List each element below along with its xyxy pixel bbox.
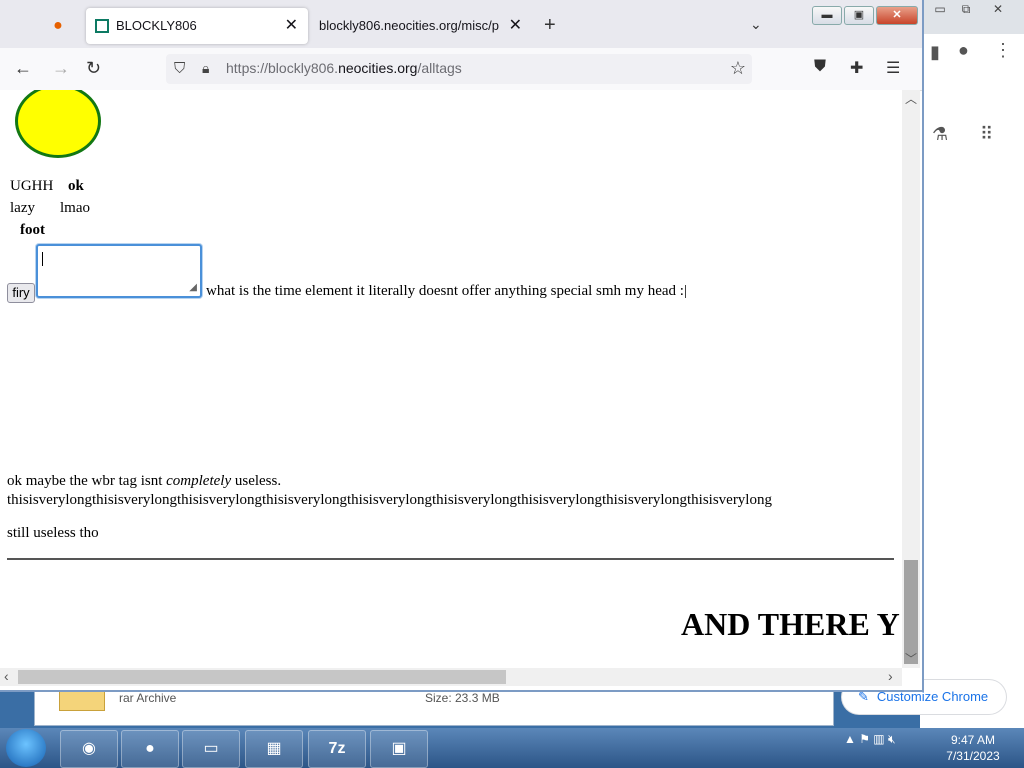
bookmark-star-icon[interactable]: ☆ (730, 58, 746, 79)
clock-time: 9:47 AM (950, 733, 996, 747)
tab-label: blockly806.neocities.org/misc/pass (319, 18, 499, 33)
profile-icon[interactable]: ● (958, 40, 969, 61)
reload-icon[interactable]: ↻ (86, 58, 101, 79)
tab-misc-pass[interactable]: blockly806.neocities.org/misc/pass ✕ (318, 8, 528, 44)
still-useless-text: still useless tho (7, 525, 99, 541)
side-panel-icon[interactable]: ▮ (930, 42, 940, 63)
7zip-taskbar-icon[interactable]: 7z (308, 730, 366, 768)
tab-label: BLOCKLY806 (116, 18, 197, 33)
time-element-text: what is the time element it literally do… (206, 283, 687, 299)
horizontal-rule (7, 558, 894, 560)
firefox-window: ● BLOCKLY806 ✕ blockly806.neocities.org/… (0, 0, 924, 692)
page-content: UGHH ok lazy lmao foot firy ◢ what is th… (0, 90, 902, 668)
system-tray[interactable]: ▲ ⚑ ▥ 🔇︎ (844, 732, 896, 747)
yellow-circle (15, 90, 101, 158)
back-arrow-icon[interactable]: ← (14, 58, 32, 79)
forward-arrow-icon[interactable]: → (52, 58, 70, 79)
resize-grip-icon[interactable]: ◢ (189, 282, 197, 293)
table-cell-lazy: lazy (10, 200, 35, 216)
firefox-menu-icon[interactable]: ● (40, 8, 76, 44)
vertical-scroll-thumb[interactable] (904, 560, 918, 664)
app-menu-icon[interactable]: ☰ (886, 58, 900, 78)
apps-grid-icon[interactable]: ⠿ (980, 124, 993, 145)
big-heading: AND THERE Y (681, 606, 900, 642)
file-size-label: Size: 23.3 MB (425, 691, 500, 705)
close-tab-icon[interactable]: ✕ (509, 8, 522, 44)
table-cell-ughh: UGHH (10, 178, 54, 194)
file-type-label: rar Archive (119, 691, 177, 705)
tab-blockly806[interactable]: BLOCKLY806 ✕ (86, 8, 308, 44)
chrome-close-button[interactable]: ✕ (986, 1, 1010, 17)
chrome-menu-icon[interactable]: ⋮ (994, 40, 1012, 61)
text-caret (42, 252, 43, 266)
start-button[interactable] (6, 729, 46, 767)
lock-icon[interactable]: 🔒︎ (202, 60, 209, 77)
scroll-right-icon[interactable]: › (888, 668, 893, 684)
explorer-taskbar-icon[interactable]: ▭ (182, 730, 240, 768)
long-text-line: thisisverylongthisisverylongthisisverylo… (7, 492, 772, 508)
table-cell-ok: ok (68, 178, 84, 194)
firefox-taskbar-icon[interactable]: ● (121, 730, 179, 768)
maximize-button[interactable]: ▣ (844, 6, 874, 25)
navigation-toolbar: ← → ↻ ⛉ 🔒︎ https://blockly806.neocities.… (0, 48, 922, 91)
list-all-tabs-icon[interactable]: ⌄ (750, 16, 762, 33)
chrome-minimize-button[interactable]: ▭ (928, 1, 952, 17)
file-details-strip: rar Archive Size: 23.3 MB (34, 686, 834, 726)
wbr-text: ok maybe the wbr tag isnt completely use… (7, 473, 282, 489)
horizontal-scrollbar[interactable]: ‹ › (0, 668, 902, 686)
chrome-background-window: ▭ ⧉ ✕ ▮ ● ⋮ ⚗ ⠿ (920, 0, 1024, 728)
firy-button[interactable]: firy (7, 283, 35, 303)
horizontal-scroll-thumb[interactable] (18, 670, 506, 684)
table-cell-lmao: lmao (60, 200, 90, 216)
site-favicon-icon (95, 19, 109, 33)
tab-bar: ● BLOCKLY806 ✕ blockly806.neocities.org/… (0, 0, 922, 48)
taskbar: ◉ ● ▭ ▦ 7z ▣ ▲ ⚑ ▥ 🔇︎ 9:47 AM 7/31/2023 (0, 728, 1024, 768)
scroll-down-icon[interactable]: ﹀ (905, 650, 917, 667)
vertical-scrollbar[interactable]: ︿ ﹀ (902, 90, 920, 668)
clock-date: 7/31/2023 (946, 749, 1000, 763)
control-panel-taskbar-icon[interactable]: ▦ (245, 730, 303, 768)
window-controls: ▬ ▣ ✕ (812, 6, 918, 25)
minimize-button[interactable]: ▬ (812, 6, 842, 25)
chrome-restore-button[interactable]: ⧉ (954, 1, 978, 17)
table-footer-foot: foot (20, 222, 45, 238)
terminal-taskbar-icon[interactable]: ▣ (370, 730, 428, 768)
url-text[interactable]: https://blockly806.neocities.org/alltags (226, 60, 462, 76)
scroll-up-icon[interactable]: ︿ (905, 90, 917, 107)
taskbar-clock[interactable]: 9:47 AM 7/31/2023 (940, 732, 1006, 764)
pocket-icon[interactable]: ⛊ (814, 58, 826, 76)
archive-folder-icon (59, 691, 105, 711)
url-bar[interactable]: ⛉ 🔒︎ https://blockly806.neocities.org/al… (166, 54, 752, 84)
chrome-taskbar-icon[interactable]: ◉ (60, 730, 118, 768)
labs-flask-icon[interactable]: ⚗ (932, 124, 948, 145)
scroll-left-icon[interactable]: ‹ (4, 668, 9, 684)
chrome-titlebar: ▭ ⧉ ✕ (920, 0, 1024, 34)
text-area-input[interactable]: ◢ (36, 244, 202, 298)
extensions-icon[interactable]: ✚ (850, 58, 863, 78)
close-window-button[interactable]: ✕ (876, 6, 918, 25)
close-tab-icon[interactable]: ✕ (285, 8, 298, 44)
tracking-shield-icon[interactable]: ⛉ (174, 60, 185, 77)
new-tab-button[interactable]: + (544, 14, 556, 37)
